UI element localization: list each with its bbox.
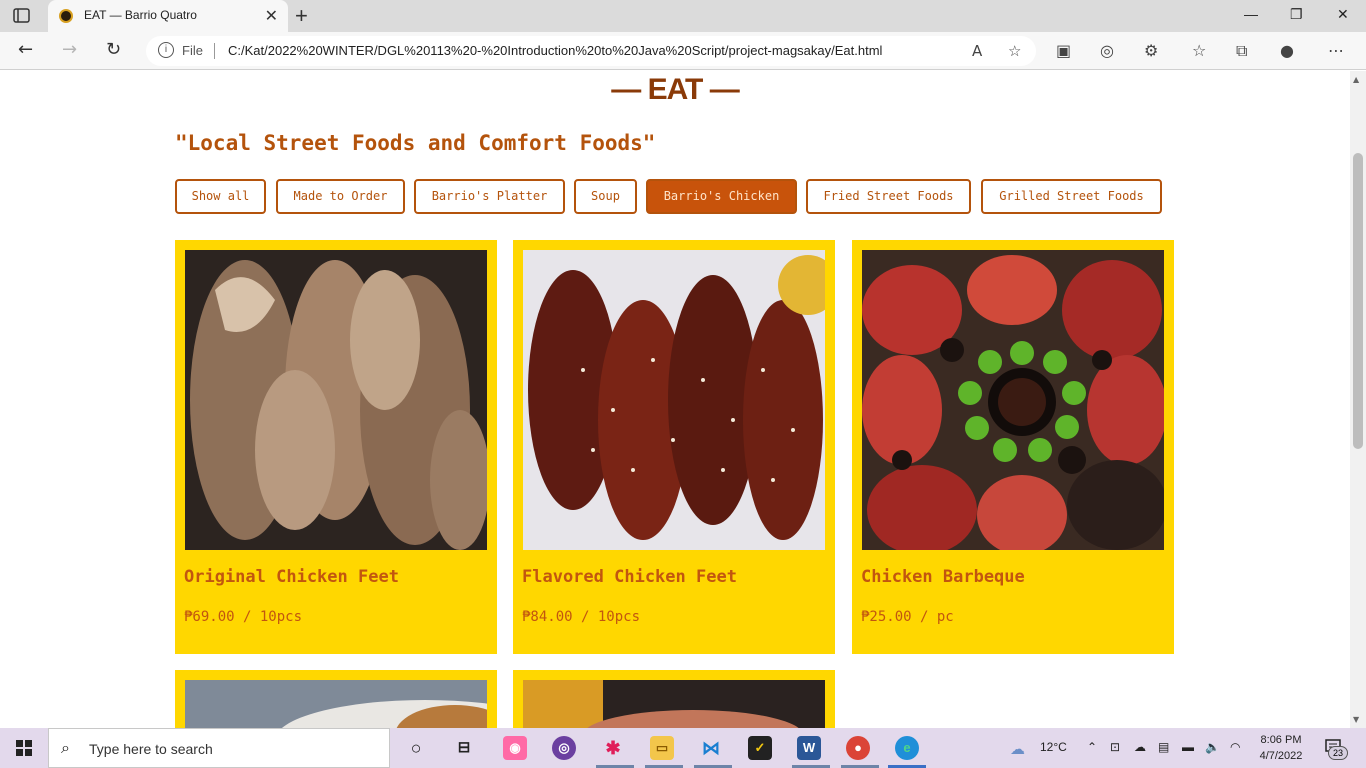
menu-item-photo [862,250,1164,550]
filter-show-all-button[interactable]: Show all [175,179,266,214]
search-icon: ⌕ [61,738,70,757]
weather-temperature[interactable]: 12°C [1040,740,1067,754]
tab-close-icon[interactable]: ✕ [265,6,278,25]
clock-date: 4/7/2022 [1259,750,1303,762]
filter-grilled-street-foods-button[interactable]: Grilled Street Foods [981,179,1162,214]
menu-item-card[interactable] [175,670,497,728]
cloud-sync-icon[interactable]: ☁ [1134,740,1146,754]
show-hidden-icons-icon[interactable]: ⌃ [1087,740,1097,754]
tab-actions-icon[interactable] [12,7,32,25]
extensions-icon[interactable]: ⚙ [1144,41,1158,60]
extension-github-icon[interactable]: ◎ [1100,41,1114,60]
taskbar-search-input[interactable]: ⌕ Type here to search [48,728,390,768]
refresh-icon[interactable]: ↻ [106,39,121,60]
menu-item-price: ₱69.00 / 10pcs [184,609,303,625]
menu-item-photo [523,680,825,728]
system-clock[interactable]: 8:06 PM 4/7/2022 [1252,732,1310,764]
read-aloud-icon[interactable]: A [972,42,982,60]
address-bar[interactable]: i File C:/Kat/2022%20WINTER/DGL%20113%20… [146,36,1036,66]
search-placeholder: Type here to search [89,741,213,757]
new-tab-icon[interactable]: + [295,3,308,29]
menu-item-price: ₱84.00 / 10pcs [522,609,641,625]
slack-icon[interactable]: ✱ [601,736,625,760]
notification-count-badge: 23 [1328,746,1348,760]
menu-item-name: Chicken Barbeque [861,567,1025,587]
menu-item-photo [185,680,487,728]
page-title: — EAT — [611,73,739,106]
filter-barrios-chicken-button[interactable]: Barrio's Chicken [646,179,797,214]
scroll-down-icon[interactable]: ▼ [1353,715,1359,724]
edge-icon[interactable]: e [895,736,919,760]
menu-item-name: Flavored Chicken Feet [522,567,737,587]
scrollbar-thumb[interactable] [1353,153,1363,449]
menu-item-card[interactable] [513,670,835,728]
menu-item-card[interactable]: Chicken Barbeque ₱25.00 / pc [852,240,1174,654]
extension-help-icon[interactable]: ▣ [1056,41,1071,60]
github-desktop-icon[interactable]: ◎ [552,736,576,760]
protocol-label: File [182,43,203,58]
filter-made-to-order-button[interactable]: Made to Order [276,179,405,214]
collections-icon[interactable]: ⧉ [1236,41,1247,61]
filter-barrios-platter-button[interactable]: Barrio's Platter [414,179,565,214]
cortana-icon[interactable]: ○ [404,736,428,760]
browser-tab-active[interactable]: EAT — Barrio Quatro ✕ [48,0,288,32]
restore-icon[interactable]: ❐ [1290,6,1303,23]
photos-app-icon[interactable]: ◉ [503,736,527,760]
forward-icon: → [62,39,78,60]
filter-soup-button[interactable]: Soup [574,179,637,214]
display-icon[interactable]: ▤ [1158,740,1169,754]
url-text[interactable]: C:/Kat/2022%20WINTER/DGL%20113%20-%20Int… [228,43,882,58]
menu-item-name: Original Chicken Feet [184,567,399,587]
weather-icon[interactable]: ☁ [1010,740,1025,758]
browser-toolbar: ← → ↻ i File C:/Kat/2022%20WINTER/DGL%20… [0,32,1366,70]
site-favicon-icon [59,9,73,23]
tasks-app-icon[interactable]: ✓ [748,736,772,760]
device-icon[interactable]: ⊡ [1110,740,1120,754]
minimize-icon[interactable]: — [1244,6,1258,22]
word-icon[interactable]: W [797,736,821,760]
menu-item-photo [185,250,487,550]
task-view-icon[interactable]: ⊟ [452,736,476,760]
chrome-icon[interactable]: ● [846,736,870,760]
menu-item-price: ₱25.00 / pc [861,609,954,625]
windows-taskbar: ⌕ Type here to search ○ ⊟ ◉ ◎ ✱ ▭ ⋈ ✓ W … [0,728,1366,768]
page-scrollbar[interactable]: ▲ ▼ [1350,71,1366,728]
menu-item-card[interactable]: Original Chicken Feet ₱69.00 / 10pcs [175,240,497,654]
menu-item-card[interactable]: Flavored Chicken Feet ₱84.00 / 10pcs [513,240,835,654]
favorites-icon[interactable]: ☆ [1192,41,1206,60]
page-subtitle: "Local Street Foods and Comfort Foods" [175,131,656,155]
file-explorer-icon[interactable]: ▭ [650,736,674,760]
wifi-icon[interactable]: ◠ [1230,740,1240,754]
site-info-icon[interactable]: i [158,42,174,58]
window-close-icon[interactable]: ✕ [1337,6,1349,23]
browser-tab-strip: EAT — Barrio Quatro ✕ + — ❐ ✕ [0,0,1366,32]
address-separator [214,43,215,59]
add-favorite-icon[interactable]: ☆ [1008,42,1021,60]
tab-title: EAT — Barrio Quatro [84,8,197,22]
start-button-icon[interactable] [16,740,32,756]
vscode-icon[interactable]: ⋈ [699,736,723,760]
scroll-up-icon[interactable]: ▲ [1353,75,1359,84]
more-menu-icon[interactable]: ⋯ [1328,41,1344,60]
notification-center-icon[interactable]: 23 [1324,738,1348,760]
page-content: — EAT — "Local Street Foods and Comfort … [0,71,1350,728]
filter-fried-street-foods-button[interactable]: Fried Street Foods [806,179,971,214]
menu-item-photo [523,250,825,550]
battery-icon[interactable]: ▬ [1182,740,1194,754]
volume-icon[interactable]: 🔈 [1205,740,1220,754]
profile-avatar-icon[interactable]: ● [1280,41,1294,60]
clock-time: 8:06 PM [1260,734,1302,746]
back-icon[interactable]: ← [18,39,33,60]
